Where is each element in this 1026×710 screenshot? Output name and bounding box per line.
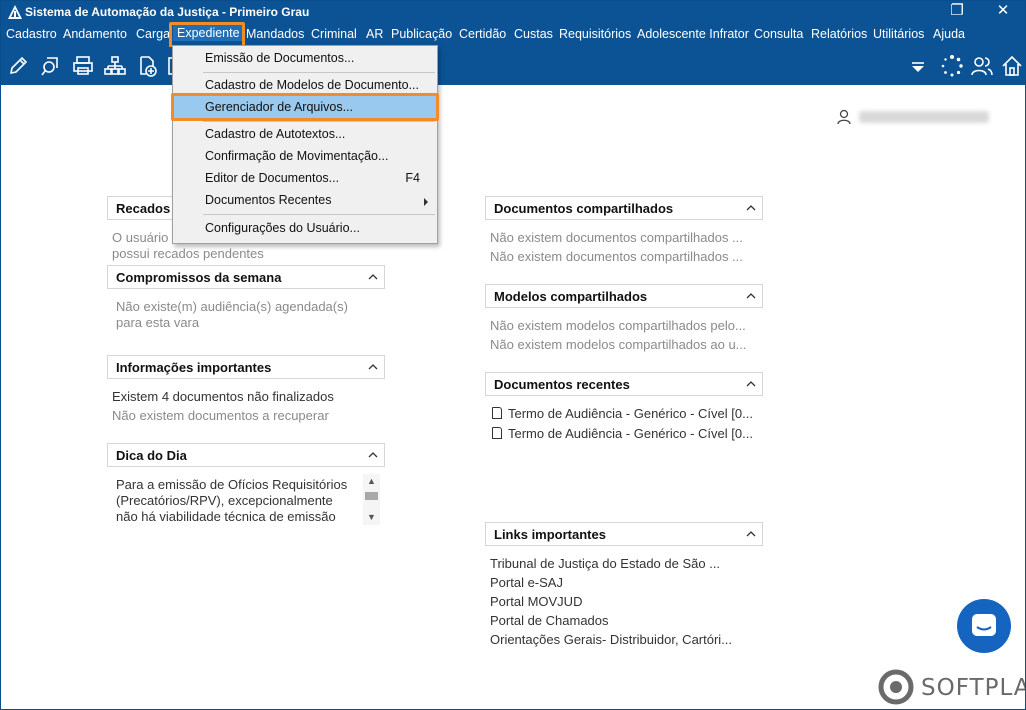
menu-item-configuracoes-usuario[interactable]: Configurações do Usuário...	[174, 217, 436, 239]
menu-item-gerenciador-arquivos[interactable]: Gerenciador de Arquivos...	[174, 96, 436, 118]
menu-andamento[interactable]: Andamento	[63, 27, 127, 41]
softplan-logo: SOFTPLAN	[877, 669, 1025, 705]
menu-item-editor-documentos[interactable]: Editor de Documentos... F4	[174, 167, 436, 189]
chat-icon	[972, 614, 996, 636]
toolbar	[1, 47, 1025, 85]
menu-expediente[interactable]: Expediente	[173, 25, 244, 41]
menu-consulta[interactable]: Consulta	[754, 27, 803, 41]
chevron-up-icon[interactable]	[368, 450, 378, 460]
menu-item-confirmacao-movimentacao[interactable]: Confirmação de Movimentação...	[174, 145, 436, 167]
document-icon	[492, 427, 502, 439]
funnel-icon[interactable]	[906, 54, 930, 78]
scroll-thumb[interactable]	[365, 492, 378, 500]
chevron-up-icon[interactable]	[746, 529, 756, 539]
edit-icon[interactable]	[6, 54, 30, 78]
dica-scrollbar[interactable]: ▲ ▼	[363, 474, 380, 525]
panel-header-modelos-compartilhados[interactable]: Modelos compartilhados	[485, 284, 763, 308]
chevron-up-icon[interactable]	[368, 272, 378, 282]
menu-bar: Cadastro Andamento Carga Expediente Mand…	[1, 23, 1025, 47]
panel-header-informacoes[interactable]: Informações importantes	[107, 355, 385, 379]
chevron-up-icon[interactable]	[368, 362, 378, 372]
shortcut-f4: F4	[405, 171, 420, 185]
menu-separator	[203, 214, 435, 215]
app-window: Sistema de Automação da Justiça - Primei…	[0, 0, 1026, 710]
modelos-line-1: Não existem modelos compartilhados pelo.…	[490, 318, 746, 333]
chevron-up-icon[interactable]	[746, 379, 756, 389]
link-portal-movjud[interactable]: Portal MOVJUD	[490, 594, 582, 609]
compromissos-line-2: para esta vara	[116, 315, 200, 330]
title-bar: Sistema de Automação da Justiça - Primei…	[1, 1, 1025, 23]
menu-certidao[interactable]: Certidão	[459, 27, 506, 41]
informacoes-line-1[interactable]: Existem 4 documentos não finalizados	[112, 389, 334, 404]
menu-cadastro[interactable]: Cadastro	[6, 27, 57, 41]
menu-item-cadastro-autotextos[interactable]: Cadastro de Autotextos...	[174, 123, 436, 145]
scroll-up-icon[interactable]: ▲	[363, 475, 380, 487]
dica-line-1: Para a emissão de Ofícios Requisitórios	[116, 477, 348, 492]
menu-ajuda[interactable]: Ajuda	[933, 27, 965, 41]
menu-ar[interactable]: AR	[366, 27, 383, 41]
link-portal-esaj[interactable]: Portal e-SAJ	[490, 575, 563, 590]
restore-button[interactable]: ❐	[937, 1, 977, 23]
menu-item-emissao-documentos[interactable]: Emissão de Documentos...	[174, 47, 436, 69]
menu-requisitorios[interactable]: Requisitórios	[559, 27, 631, 41]
loading-icon[interactable]	[940, 54, 964, 78]
panel-header-doc-compartilhados[interactable]: Documentos compartilhados	[485, 196, 763, 220]
menu-carga[interactable]: Carga	[136, 27, 170, 41]
modelos-line-2: Não existem modelos compartilhados ao u.…	[490, 337, 747, 352]
menu-publicacao[interactable]: Publicação	[391, 27, 452, 41]
panel-header-dica[interactable]: Dica do Dia	[107, 443, 385, 467]
expediente-dropdown-menu: Emissão de Documentos... Cadastro de Mod…	[172, 45, 438, 244]
menu-separator	[203, 72, 435, 73]
recados-line-2: possui recados pendentes	[112, 246, 264, 261]
home-icon[interactable]	[1000, 54, 1024, 78]
doc-recente-item[interactable]: Termo de Audiência - Genérico - Cível [0…	[492, 426, 753, 441]
dica-line-3: não há viabilidade técnica de emissão	[116, 509, 336, 524]
menu-separator	[203, 121, 435, 122]
doc-recente-item[interactable]: Termo de Audiência - Genérico - Cível [0…	[492, 406, 753, 421]
user-name-redacted	[859, 111, 989, 123]
panel-header-doc-recentes[interactable]: Documentos recentes	[485, 372, 763, 396]
logo-text: SOFTPLAN	[921, 675, 1025, 701]
compromissos-line-1: Não existe(m) audiência(s) agendada(s)	[116, 299, 348, 314]
user-icon	[837, 109, 851, 125]
search-document-icon[interactable]	[39, 54, 63, 78]
menu-item-cadastro-modelos[interactable]: Cadastro de Modelos de Documento...	[174, 74, 436, 96]
menu-utilitarios[interactable]: Utilitários	[873, 27, 924, 41]
chat-support-button[interactable]	[957, 599, 1011, 653]
panel-header-links[interactable]: Links importantes	[485, 522, 763, 546]
dica-line-2: (Precatórios/RPV), excepcionalmente	[116, 493, 333, 508]
chevron-up-icon[interactable]	[746, 203, 756, 213]
menu-item-documentos-recentes[interactable]: Documentos Recentes	[174, 189, 436, 211]
document-icon	[492, 407, 502, 419]
panel-header-compromissos[interactable]: Compromissos da semana	[107, 265, 385, 289]
link-portal-chamados[interactable]: Portal de Chamados	[490, 613, 609, 628]
recados-line-1: O usuário	[112, 230, 169, 245]
app-logo-icon	[8, 5, 22, 19]
printer-icon[interactable]	[71, 54, 95, 78]
scroll-down-icon[interactable]: ▼	[363, 511, 380, 523]
window-title: Sistema de Automação da Justiça - Primei…	[25, 5, 310, 19]
informacoes-line-2: Não existem documentos a recuperar	[112, 408, 329, 423]
menu-relatorios[interactable]: Relatórios	[811, 27, 867, 41]
menu-mandados[interactable]: Mandados	[246, 27, 304, 41]
add-document-icon[interactable]	[135, 54, 159, 78]
menu-custas[interactable]: Custas	[514, 27, 553, 41]
close-button[interactable]: ✕	[983, 1, 1023, 23]
softplan-logo-icon	[878, 669, 914, 705]
menu-criminal[interactable]: Criminal	[311, 27, 357, 41]
doc-compartilhados-line-2: Não existem documentos compartilhados ..…	[490, 249, 743, 264]
users-icon[interactable]	[970, 54, 994, 78]
chevron-up-icon[interactable]	[746, 291, 756, 301]
link-tjsp[interactable]: Tribunal de Justiça do Estado de São ...	[490, 556, 720, 571]
submenu-arrow-icon	[424, 198, 428, 206]
doc-compartilhados-line-1: Não existem documentos compartilhados ..…	[490, 230, 743, 245]
org-chart-icon[interactable]	[103, 54, 127, 78]
menu-adolescente-infrator[interactable]: Adolescente Infrator	[637, 27, 749, 41]
link-orientacoes-gerais[interactable]: Orientações Gerais- Distribuidor, Cartór…	[490, 632, 732, 647]
